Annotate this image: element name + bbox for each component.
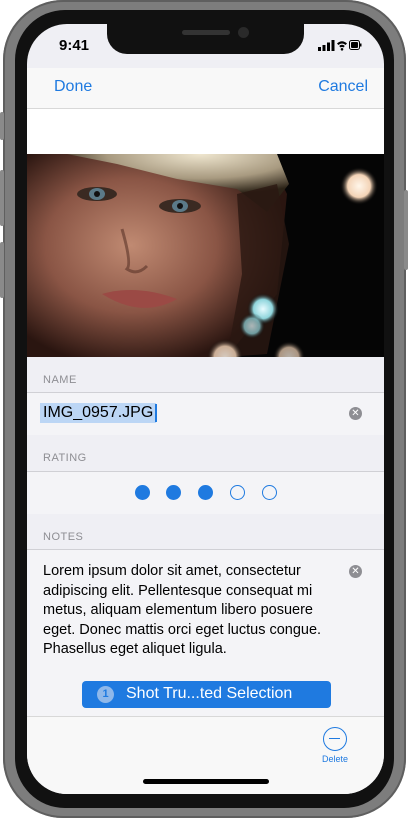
shot-selection-label: Shot Tru...ted Selection <box>126 685 293 702</box>
navigation-bar: Done Cancel <box>27 68 384 109</box>
status-time: 9:41 <box>59 37 90 54</box>
speaker-grille <box>182 30 230 35</box>
notes-section-header: NOTES <box>27 514 384 549</box>
delete-label: Delete <box>321 754 348 764</box>
front-camera <box>238 27 249 38</box>
mute-switch <box>0 112 4 140</box>
volume-up-button <box>0 170 4 226</box>
notch <box>107 24 304 54</box>
clear-notes-icon[interactable]: ✕ <box>349 565 362 578</box>
rating-row <box>27 471 384 515</box>
notes-header-label: NOTES <box>43 531 84 543</box>
rating-dot-1[interactable] <box>135 485 150 500</box>
cancel-button[interactable]: Cancel <box>318 78 368 96</box>
delete-button[interactable]: Delete <box>317 727 353 764</box>
rating-section-header: RATING <box>27 435 384 471</box>
rating-dot-3[interactable] <box>198 485 213 500</box>
name-header-label: NAME <box>43 374 77 386</box>
clear-name-icon[interactable]: ✕ <box>349 407 362 420</box>
photo-top-spacer <box>27 109 384 154</box>
name-row: IMG_0957.JPG ✕ <box>27 392 384 436</box>
power-button <box>404 190 408 270</box>
text-caret <box>155 404 157 422</box>
minus-circle-icon <box>323 727 347 751</box>
selection-count-badge: 1 <box>97 686 114 703</box>
name-field[interactable]: IMG_0957.JPG <box>40 403 157 423</box>
shot-selection-button[interactable]: 1 Shot Tru...ted Selection <box>82 681 331 708</box>
home-indicator <box>143 779 269 784</box>
rating-dot-2[interactable] <box>166 485 181 500</box>
photo-preview <box>27 154 384 357</box>
status-icons <box>318 39 362 51</box>
screen: 9:41 Done Cancel NAME IMG_0957.JPG ✕ RAT… <box>27 24 384 794</box>
notes-textarea[interactable]: Lorem ipsum dolor sit amet, consectetur … <box>43 562 343 660</box>
rating-header-label: RATING <box>43 452 87 464</box>
signal-wifi-battery-icon <box>318 40 362 51</box>
name-section-header: NAME <box>27 357 384 392</box>
name-value: IMG_0957.JPG <box>43 404 154 421</box>
volume-down-button <box>0 242 4 298</box>
rating-dot-4[interactable] <box>230 485 245 500</box>
done-button[interactable]: Done <box>54 78 92 96</box>
rating-dot-5[interactable] <box>262 485 277 500</box>
